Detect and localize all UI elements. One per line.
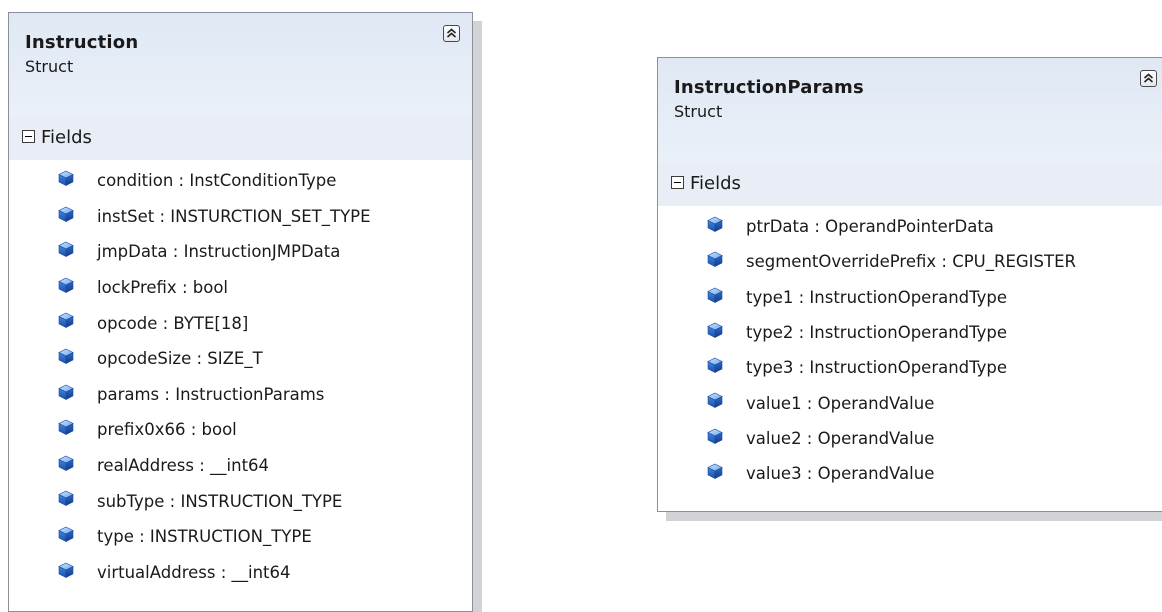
- field-cube-icon: [58, 348, 74, 364]
- struct-shape-instruction[interactable]: Instruction Struct Fields condition : In…: [8, 12, 473, 612]
- field-cube-icon: [707, 216, 723, 232]
- field-cube-icon: [707, 463, 723, 480]
- field-label: ptrData : OperandPointerData: [746, 217, 994, 237]
- field-cube-icon: [707, 251, 723, 268]
- fields-section-header[interactable]: Fields: [658, 162, 1162, 206]
- field-row[interactable]: lockPrefix : bool: [9, 270, 472, 306]
- field-list: condition : InstConditionType instSet : I…: [9, 160, 472, 590]
- field-row[interactable]: params : InstructionParams: [9, 377, 472, 413]
- shape-header: Instruction Struct: [9, 13, 472, 116]
- shape-kind: Struct: [25, 57, 74, 76]
- struct-shape-instructionparams[interactable]: InstructionParams Struct Fields ptrData …: [657, 57, 1162, 512]
- field-row[interactable]: type : INSTRUCTION_TYPE: [9, 519, 472, 555]
- field-label: condition : InstConditionType: [97, 171, 337, 191]
- shape-header: InstructionParams Struct: [658, 58, 1162, 162]
- field-cube-icon: [707, 392, 723, 409]
- field-cube-icon: [707, 322, 723, 338]
- field-cube-icon: [58, 490, 74, 507]
- field-row[interactable]: value2 : OperandValue: [658, 421, 1162, 456]
- field-row[interactable]: subType : INSTRUCTION_TYPE: [9, 483, 472, 519]
- minus-box-icon[interactable]: [22, 129, 35, 143]
- field-row[interactable]: virtualAddress : __int64: [9, 555, 472, 591]
- field-label: lockPrefix : bool: [97, 278, 228, 298]
- field-label: realAddress : __int64: [97, 456, 270, 476]
- field-cube-icon: [58, 562, 74, 578]
- field-row[interactable]: ptrData : OperandPointerData: [658, 209, 1162, 244]
- double-chevron-up-icon: [1143, 73, 1154, 83]
- field-label: type1 : InstructionOperandType: [746, 287, 1008, 307]
- field-label: type2 : InstructionOperandType: [746, 323, 1008, 343]
- field-cube-icon: [707, 357, 723, 374]
- field-label: opcodeSize : SIZE_T: [97, 349, 263, 369]
- field-cube-icon: [58, 241, 74, 258]
- collapse-button[interactable]: [1140, 70, 1157, 87]
- field-label: segmentOverridePrefix : CPU_REGISTER: [746, 252, 1076, 272]
- double-chevron-up-icon: [446, 28, 457, 38]
- field-cube-icon: [58, 526, 74, 542]
- field-label: subType : INSTRUCTION_TYPE: [97, 491, 343, 511]
- field-row[interactable]: type1 : InstructionOperandType: [658, 280, 1162, 315]
- field-row[interactable]: realAddress : __int64: [9, 448, 472, 484]
- field-label: virtualAddress : __int64: [97, 562, 291, 582]
- field-cube-icon: [58, 312, 74, 329]
- field-label: instSet : INSTURCTION_SET_TYPE: [97, 206, 371, 226]
- field-row[interactable]: instSet : INSTURCTION_SET_TYPE: [9, 199, 472, 235]
- field-label: params : InstructionParams: [97, 384, 325, 404]
- field-label: type : INSTRUCTION_TYPE: [97, 527, 312, 547]
- field-label: value1 : OperandValue: [746, 393, 935, 413]
- section-label: Fields: [41, 127, 92, 148]
- field-row[interactable]: opcode : BYTE[18]: [9, 305, 472, 341]
- field-row[interactable]: type3 : InstructionOperandType: [658, 350, 1162, 385]
- field-row[interactable]: opcodeSize : SIZE_T: [9, 341, 472, 377]
- field-cube-icon: [58, 170, 74, 186]
- field-row[interactable]: type2 : InstructionOperandType: [658, 315, 1162, 350]
- field-label: prefix0x66 : bool: [97, 420, 237, 440]
- field-cube-icon: [58, 455, 74, 471]
- field-row[interactable]: value3 : OperandValue: [658, 456, 1162, 491]
- fields-section-header[interactable]: Fields: [9, 116, 472, 160]
- section-label: Fields: [690, 173, 741, 194]
- field-cube-icon: [58, 277, 74, 293]
- field-label: opcode : BYTE[18]: [97, 313, 249, 333]
- field-row[interactable]: value1 : OperandValue: [658, 385, 1162, 420]
- field-cube-icon: [707, 428, 723, 444]
- field-cube-icon: [707, 287, 723, 303]
- minus-box-icon[interactable]: [671, 175, 684, 189]
- field-label: type3 : InstructionOperandType: [746, 358, 1008, 378]
- field-list: ptrData : OperandPointerData segmentOverr…: [658, 206, 1162, 491]
- field-cube-icon: [58, 206, 74, 222]
- field-row[interactable]: segmentOverridePrefix : CPU_REGISTER: [658, 244, 1162, 279]
- collapse-button[interactable]: [443, 25, 460, 42]
- field-row[interactable]: prefix0x66 : bool: [9, 412, 472, 448]
- field-label: value3 : OperandValue: [746, 464, 935, 484]
- field-label: value2 : OperandValue: [746, 428, 935, 448]
- field-cube-icon: [58, 384, 74, 400]
- field-label: jmpData : InstructionJMPData: [97, 242, 341, 262]
- field-row[interactable]: condition : InstConditionType: [9, 163, 472, 199]
- shape-title: Instruction: [25, 32, 139, 53]
- shape-title: InstructionParams: [674, 77, 864, 98]
- field-row[interactable]: jmpData : InstructionJMPData: [9, 234, 472, 270]
- shape-kind: Struct: [674, 102, 723, 121]
- field-cube-icon: [58, 419, 74, 436]
